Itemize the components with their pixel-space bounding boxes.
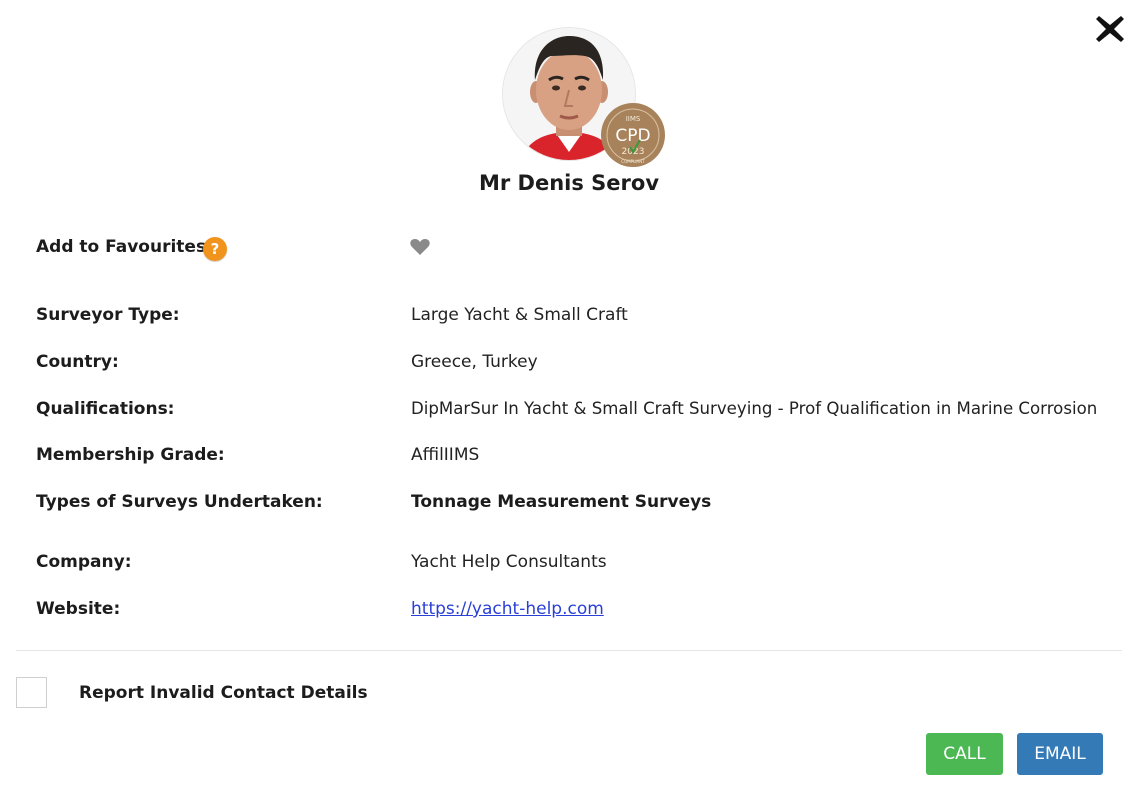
surveyor-profile-modal: IIMS CPD 2023 COMPLIANT Mr Denis Serov A… <box>0 0 1138 791</box>
favourites-label: Add to Favourites: <box>36 237 213 257</box>
website-link[interactable]: https://yacht-help.com <box>411 599 604 619</box>
detail-value-country: Greece, Turkey <box>411 352 538 372</box>
divider <box>16 650 1122 651</box>
avatar-group: IIMS CPD 2023 COMPLIANT <box>503 28 667 170</box>
detail-label-company: Company: <box>36 552 132 572</box>
close-button[interactable] <box>1093 12 1127 46</box>
cpd-badge: IIMS CPD 2023 COMPLIANT <box>600 102 666 168</box>
close-icon <box>1096 16 1124 42</box>
detail-label-membership-grade: Membership Grade: <box>36 445 225 465</box>
email-button[interactable]: EMAIL <box>1017 733 1103 775</box>
report-invalid-label[interactable]: Report Invalid Contact Details <box>79 683 368 703</box>
question-icon[interactable]: ? <box>203 237 227 261</box>
detail-value-survey-types: Tonnage Measurement Surveys <box>411 492 712 512</box>
detail-value-company: Yacht Help Consultants <box>411 552 607 572</box>
detail-label-country: Country: <box>36 352 119 372</box>
detail-label-qualifications: Qualifications: <box>36 399 175 419</box>
detail-label-surveyor-type: Surveyor Type: <box>36 305 180 325</box>
detail-value-membership-grade: AffilIIMS <box>411 445 480 465</box>
detail-label-survey-types: Types of Surveys Undertaken: <box>36 492 323 512</box>
detail-value-surveyor-type: Large Yacht & Small Craft <box>411 305 628 325</box>
report-invalid-checkbox[interactable] <box>16 677 47 708</box>
detail-value-qualifications: DipMarSur In Yacht & Small Craft Surveyi… <box>411 399 1098 418</box>
detail-label-website: Website: <box>36 599 121 619</box>
svg-text:CPD: CPD <box>615 126 650 146</box>
svg-text:IIMS: IIMS <box>626 115 641 123</box>
heart-icon[interactable] <box>410 238 430 256</box>
surveyor-name: Mr Denis Serov <box>478 171 660 195</box>
call-button[interactable]: CALL <box>926 733 1003 775</box>
svg-text:COMPLIANT: COMPLIANT <box>621 159 645 164</box>
